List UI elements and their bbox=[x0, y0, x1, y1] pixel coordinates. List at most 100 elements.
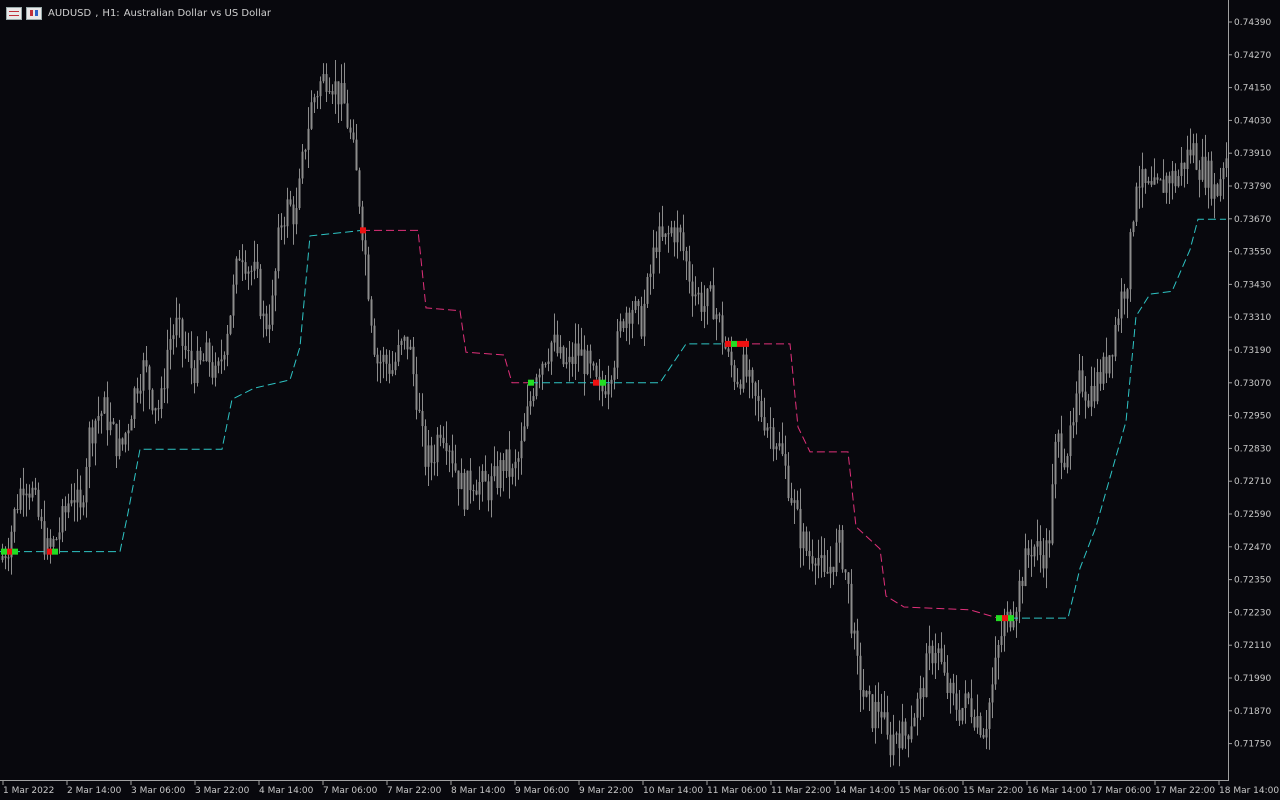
candle-body bbox=[829, 566, 832, 574]
candle-body bbox=[268, 324, 271, 330]
candle-body bbox=[484, 470, 487, 482]
candle-body bbox=[409, 346, 412, 350]
candle-body bbox=[844, 569, 847, 573]
candle-body bbox=[1021, 580, 1024, 587]
candle-body bbox=[613, 367, 616, 380]
candle-body bbox=[253, 261, 256, 271]
price-chart[interactable]: 0.74390 0.74270 0.74150 0.74030 0.73910 0.737… bbox=[0, 0, 1280, 800]
candle-body bbox=[715, 314, 718, 320]
candle-body bbox=[676, 227, 679, 243]
price-tick-label: 0.71750 bbox=[1234, 740, 1271, 750]
candle-body bbox=[475, 490, 478, 495]
candle-body bbox=[1150, 181, 1153, 185]
candle-body bbox=[622, 321, 625, 329]
candle-body bbox=[226, 333, 229, 355]
candle-body bbox=[94, 420, 97, 444]
chart-menu-icon[interactable] bbox=[6, 6, 22, 20]
price-tick-label: 0.74150 bbox=[1234, 84, 1271, 94]
candle-body bbox=[1042, 555, 1045, 569]
candle-body bbox=[136, 388, 139, 394]
candle-body bbox=[907, 735, 910, 740]
candle-body bbox=[1105, 356, 1108, 374]
candle-body bbox=[271, 295, 274, 325]
candle-body bbox=[481, 470, 484, 483]
candle-body bbox=[340, 83, 343, 105]
candle-body bbox=[448, 450, 451, 452]
chart-canvas[interactable]: 0.74390 0.74270 0.74150 0.74030 0.73910 0.737… bbox=[0, 0, 1280, 800]
candle-body bbox=[904, 721, 907, 736]
price-tick-label: 0.72710 bbox=[1234, 477, 1271, 487]
candle-body bbox=[757, 395, 760, 401]
candle-body bbox=[1198, 169, 1201, 180]
candle-body bbox=[310, 102, 313, 129]
candle-body bbox=[235, 258, 238, 285]
candle-body bbox=[379, 361, 382, 364]
candle-body bbox=[508, 449, 511, 477]
candle-body bbox=[157, 408, 160, 410]
candle-body bbox=[994, 657, 997, 685]
candle-body bbox=[247, 271, 250, 274]
candle-body bbox=[328, 91, 331, 93]
candle-body bbox=[295, 208, 298, 225]
candle-body bbox=[823, 555, 826, 572]
candle-body bbox=[493, 466, 496, 477]
candle-body bbox=[727, 348, 730, 352]
candle-body bbox=[877, 701, 880, 712]
candle-body bbox=[238, 258, 241, 261]
candle-body bbox=[304, 149, 307, 152]
candle-body bbox=[631, 309, 634, 324]
candle-body bbox=[1180, 162, 1183, 177]
candle-body bbox=[1219, 179, 1222, 196]
candle-body bbox=[115, 423, 118, 457]
candle-body bbox=[148, 366, 151, 390]
candle-body bbox=[223, 354, 226, 360]
candle-body bbox=[1126, 289, 1129, 299]
candle-body bbox=[859, 655, 862, 691]
candle-body bbox=[625, 312, 628, 329]
candle-body bbox=[574, 343, 577, 364]
time-tick-label: 15 Mar 22:00 bbox=[963, 786, 1023, 796]
candle-body bbox=[55, 538, 58, 540]
candle-body bbox=[283, 225, 286, 227]
candle-body bbox=[1171, 170, 1174, 184]
candle-body bbox=[850, 583, 853, 634]
price-tick-label: 0.72590 bbox=[1234, 510, 1271, 520]
candle-body bbox=[496, 466, 499, 488]
candle-body bbox=[1225, 158, 1228, 169]
candle-body bbox=[439, 434, 442, 438]
candle-body bbox=[796, 500, 799, 509]
candle-body bbox=[826, 571, 829, 574]
candle-body bbox=[73, 500, 76, 503]
candle-body bbox=[187, 350, 190, 352]
candle-body bbox=[241, 260, 244, 263]
price-tick-label: 0.73190 bbox=[1234, 346, 1271, 356]
candle-body bbox=[1135, 186, 1138, 222]
candle-body bbox=[1210, 160, 1213, 199]
candle-body bbox=[1129, 232, 1132, 290]
candle-body bbox=[1036, 541, 1039, 547]
candle-body bbox=[1093, 385, 1096, 402]
window-icon[interactable] bbox=[26, 6, 42, 20]
candle-body bbox=[895, 733, 898, 735]
buy-signal-marker bbox=[52, 548, 58, 555]
candle-body bbox=[406, 336, 409, 350]
candle-body bbox=[940, 648, 943, 662]
candle-body bbox=[682, 232, 685, 251]
candle-body bbox=[1084, 391, 1087, 401]
candle-body bbox=[1207, 160, 1210, 188]
candle-body bbox=[1045, 540, 1048, 569]
candle-body bbox=[1147, 181, 1150, 184]
price-tick-label: 0.72350 bbox=[1234, 576, 1271, 586]
candle-body bbox=[280, 225, 283, 228]
candle-body bbox=[1051, 484, 1054, 544]
candle-body bbox=[1168, 175, 1171, 184]
price-tick-label: 0.71870 bbox=[1234, 707, 1271, 717]
sell-signal-marker bbox=[1002, 615, 1008, 622]
buy-signal-marker bbox=[731, 340, 737, 347]
candle-body bbox=[1099, 372, 1102, 384]
candle-body bbox=[490, 476, 493, 501]
candle-body bbox=[886, 712, 889, 735]
candle-body bbox=[1081, 370, 1084, 392]
candle-body bbox=[487, 481, 490, 501]
candle-body bbox=[277, 227, 280, 272]
